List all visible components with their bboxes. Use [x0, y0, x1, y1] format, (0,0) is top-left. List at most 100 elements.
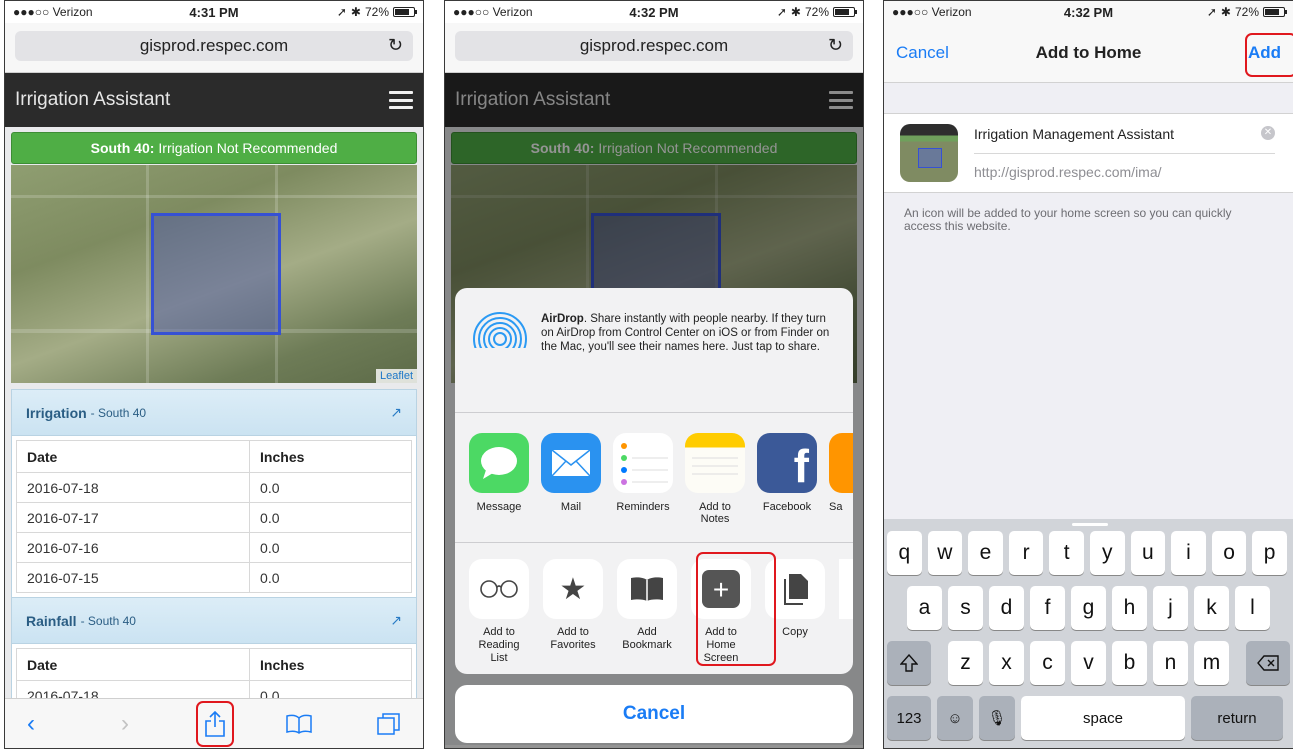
key-n[interactable]: n	[1153, 641, 1188, 685]
site-thumbnail	[900, 124, 958, 182]
share-app-reminders[interactable]: Reminders	[613, 433, 673, 542]
key-d[interactable]: d	[989, 586, 1024, 630]
action-label-line1: Copy	[782, 626, 808, 638]
table-row: 2016-07-18 0.0	[15, 472, 412, 503]
share-cancel-button[interactable]: Cancel	[455, 685, 853, 743]
column-header-date: Date	[15, 648, 251, 681]
chevron-left-icon[interactable]: ‹	[13, 707, 49, 741]
key-e[interactable]: e	[968, 531, 1003, 575]
key-p[interactable]: p	[1252, 531, 1287, 575]
action-label-line1: Add to	[483, 626, 515, 638]
key-s[interactable]: s	[948, 586, 983, 630]
space-key[interactable]: space	[1021, 696, 1185, 740]
battery-icon	[1263, 7, 1287, 17]
key-t[interactable]: t	[1049, 531, 1084, 575]
airdrop-text: . Share instantly with people nearby. If…	[541, 313, 830, 353]
status-bar: ●●●○○ Verizon 4:32 PM ➚ ✱ 72%	[884, 1, 1293, 23]
action-add-bookmark[interactable]: Add Bookmark	[617, 559, 677, 674]
key-o[interactable]: o	[1211, 531, 1247, 575]
column-header-inches: Inches	[249, 648, 412, 681]
shift-key[interactable]	[887, 641, 931, 685]
key-q[interactable]: q	[887, 531, 922, 575]
inches-cell: 0.0	[249, 472, 412, 503]
emoji-icon: ☺	[947, 709, 963, 727]
shortcut-name-input[interactable]	[974, 114, 1275, 154]
chevron-right-icon: ›	[121, 710, 129, 737]
keyboard-grabber	[1072, 523, 1108, 526]
book-icon	[617, 559, 677, 619]
dictation-key[interactable]: 🎙	[979, 696, 1015, 740]
key-b[interactable]: b	[1112, 641, 1147, 685]
inches-cell: 0.0	[249, 502, 412, 533]
key-z[interactable]: z	[948, 641, 983, 685]
cancel-button[interactable]: Cancel	[896, 43, 949, 63]
action-partial[interactable]	[839, 559, 853, 674]
app-label: Sa	[829, 501, 843, 513]
address-bar-area: gisprod.respec.com ↻	[5, 23, 423, 73]
emoji-key[interactable]: ☺	[937, 696, 973, 740]
address-bar[interactable]: gisprod.respec.com ↻	[455, 31, 853, 61]
key-m[interactable]: m	[1194, 641, 1229, 685]
key-f[interactable]: f	[1030, 586, 1065, 630]
battery-status: ➚ ✱ 72%	[337, 5, 417, 19]
action-add-reading-list[interactable]: Add to Reading List	[469, 559, 529, 674]
inches-cell: 0.0	[249, 562, 412, 593]
backspace-key[interactable]	[1246, 641, 1290, 685]
add-highlight	[1245, 33, 1293, 77]
share-app-notes[interactable]: Add to Notes	[685, 433, 745, 542]
reminders-icon	[613, 433, 673, 493]
key-v[interactable]: v	[1071, 641, 1106, 685]
action-add-favorites[interactable]: ★ Add to Favorites	[543, 559, 603, 674]
key-u[interactable]: u	[1130, 531, 1166, 575]
airdrop-description: AirDrop. Share instantly with people nea…	[541, 312, 835, 412]
key-i[interactable]: i	[1171, 531, 1206, 575]
message-icon	[469, 433, 529, 493]
clear-icon[interactable]: ✕	[1261, 126, 1275, 140]
key-w[interactable]: w	[927, 531, 963, 575]
action-label-line2: Favorites	[550, 639, 596, 651]
notes-icon	[685, 433, 745, 493]
share-app-mail[interactable]: Mail	[541, 433, 601, 542]
numbers-key[interactable]: 123	[887, 696, 931, 740]
address-bar[interactable]: gisprod.respec.com ↻	[15, 31, 413, 61]
key-h[interactable]: h	[1112, 586, 1147, 630]
key-l[interactable]: l	[1235, 586, 1270, 630]
book-icon[interactable]	[281, 707, 317, 741]
key-y[interactable]: y	[1089, 531, 1125, 575]
reload-icon[interactable]: ↻	[828, 35, 843, 56]
home-screen-highlight	[696, 552, 776, 666]
airdrop-icon[interactable]	[473, 312, 527, 366]
tabs-icon[interactable]	[371, 707, 407, 741]
irrigation-card-header: Irrigation - South 40 ↗	[12, 390, 416, 436]
rainfall-card-header: Rainfall - South 40 ↗	[12, 598, 416, 644]
field-map[interactable]: Leaflet	[11, 165, 417, 383]
app-label: Add to Notes	[699, 501, 731, 525]
keyboard-row-3: z x c v b n m	[887, 641, 1293, 685]
external-link-icon[interactable]: ↗	[390, 612, 402, 629]
key-c[interactable]: c	[1030, 641, 1065, 685]
external-link-icon[interactable]: ↗	[390, 404, 402, 421]
return-key[interactable]: return	[1191, 696, 1283, 740]
map-attribution[interactable]: Leaflet	[375, 369, 417, 383]
table-row: 2016-07-15 0.0	[15, 562, 412, 593]
key-a[interactable]: a	[907, 586, 942, 630]
key-g[interactable]: g	[1071, 586, 1106, 630]
key-j[interactable]: j	[1153, 586, 1188, 630]
battery-percent: 72%	[804, 5, 829, 19]
share-app-message[interactable]: Message	[469, 433, 529, 542]
date-cell: 2016-07-16	[15, 532, 251, 563]
key-x[interactable]: x	[989, 641, 1024, 685]
share-actions-row: Add to Reading List ★ Add to Favorites A…	[455, 543, 853, 674]
field-boundary[interactable]	[151, 213, 281, 335]
key-k[interactable]: k	[1194, 586, 1229, 630]
menu-icon[interactable]	[389, 91, 413, 109]
status-bar: ●●●○○ Verizon 4:31 PM ➚ ✱ 72%	[5, 1, 423, 23]
reload-icon[interactable]: ↻	[388, 35, 403, 56]
share-app-facebook[interactable]: f Facebook	[757, 433, 817, 542]
keyboard-row-2: a s d f g h j k l	[907, 586, 1293, 630]
key-r[interactable]: r	[1008, 531, 1044, 575]
action-label-line1: Add	[637, 626, 657, 638]
share-app-partial[interactable]: Sa	[829, 433, 853, 542]
battery-status: ➚ ✱ 72%	[1207, 5, 1287, 19]
rainfall-subtitle: - South 40	[80, 613, 136, 628]
